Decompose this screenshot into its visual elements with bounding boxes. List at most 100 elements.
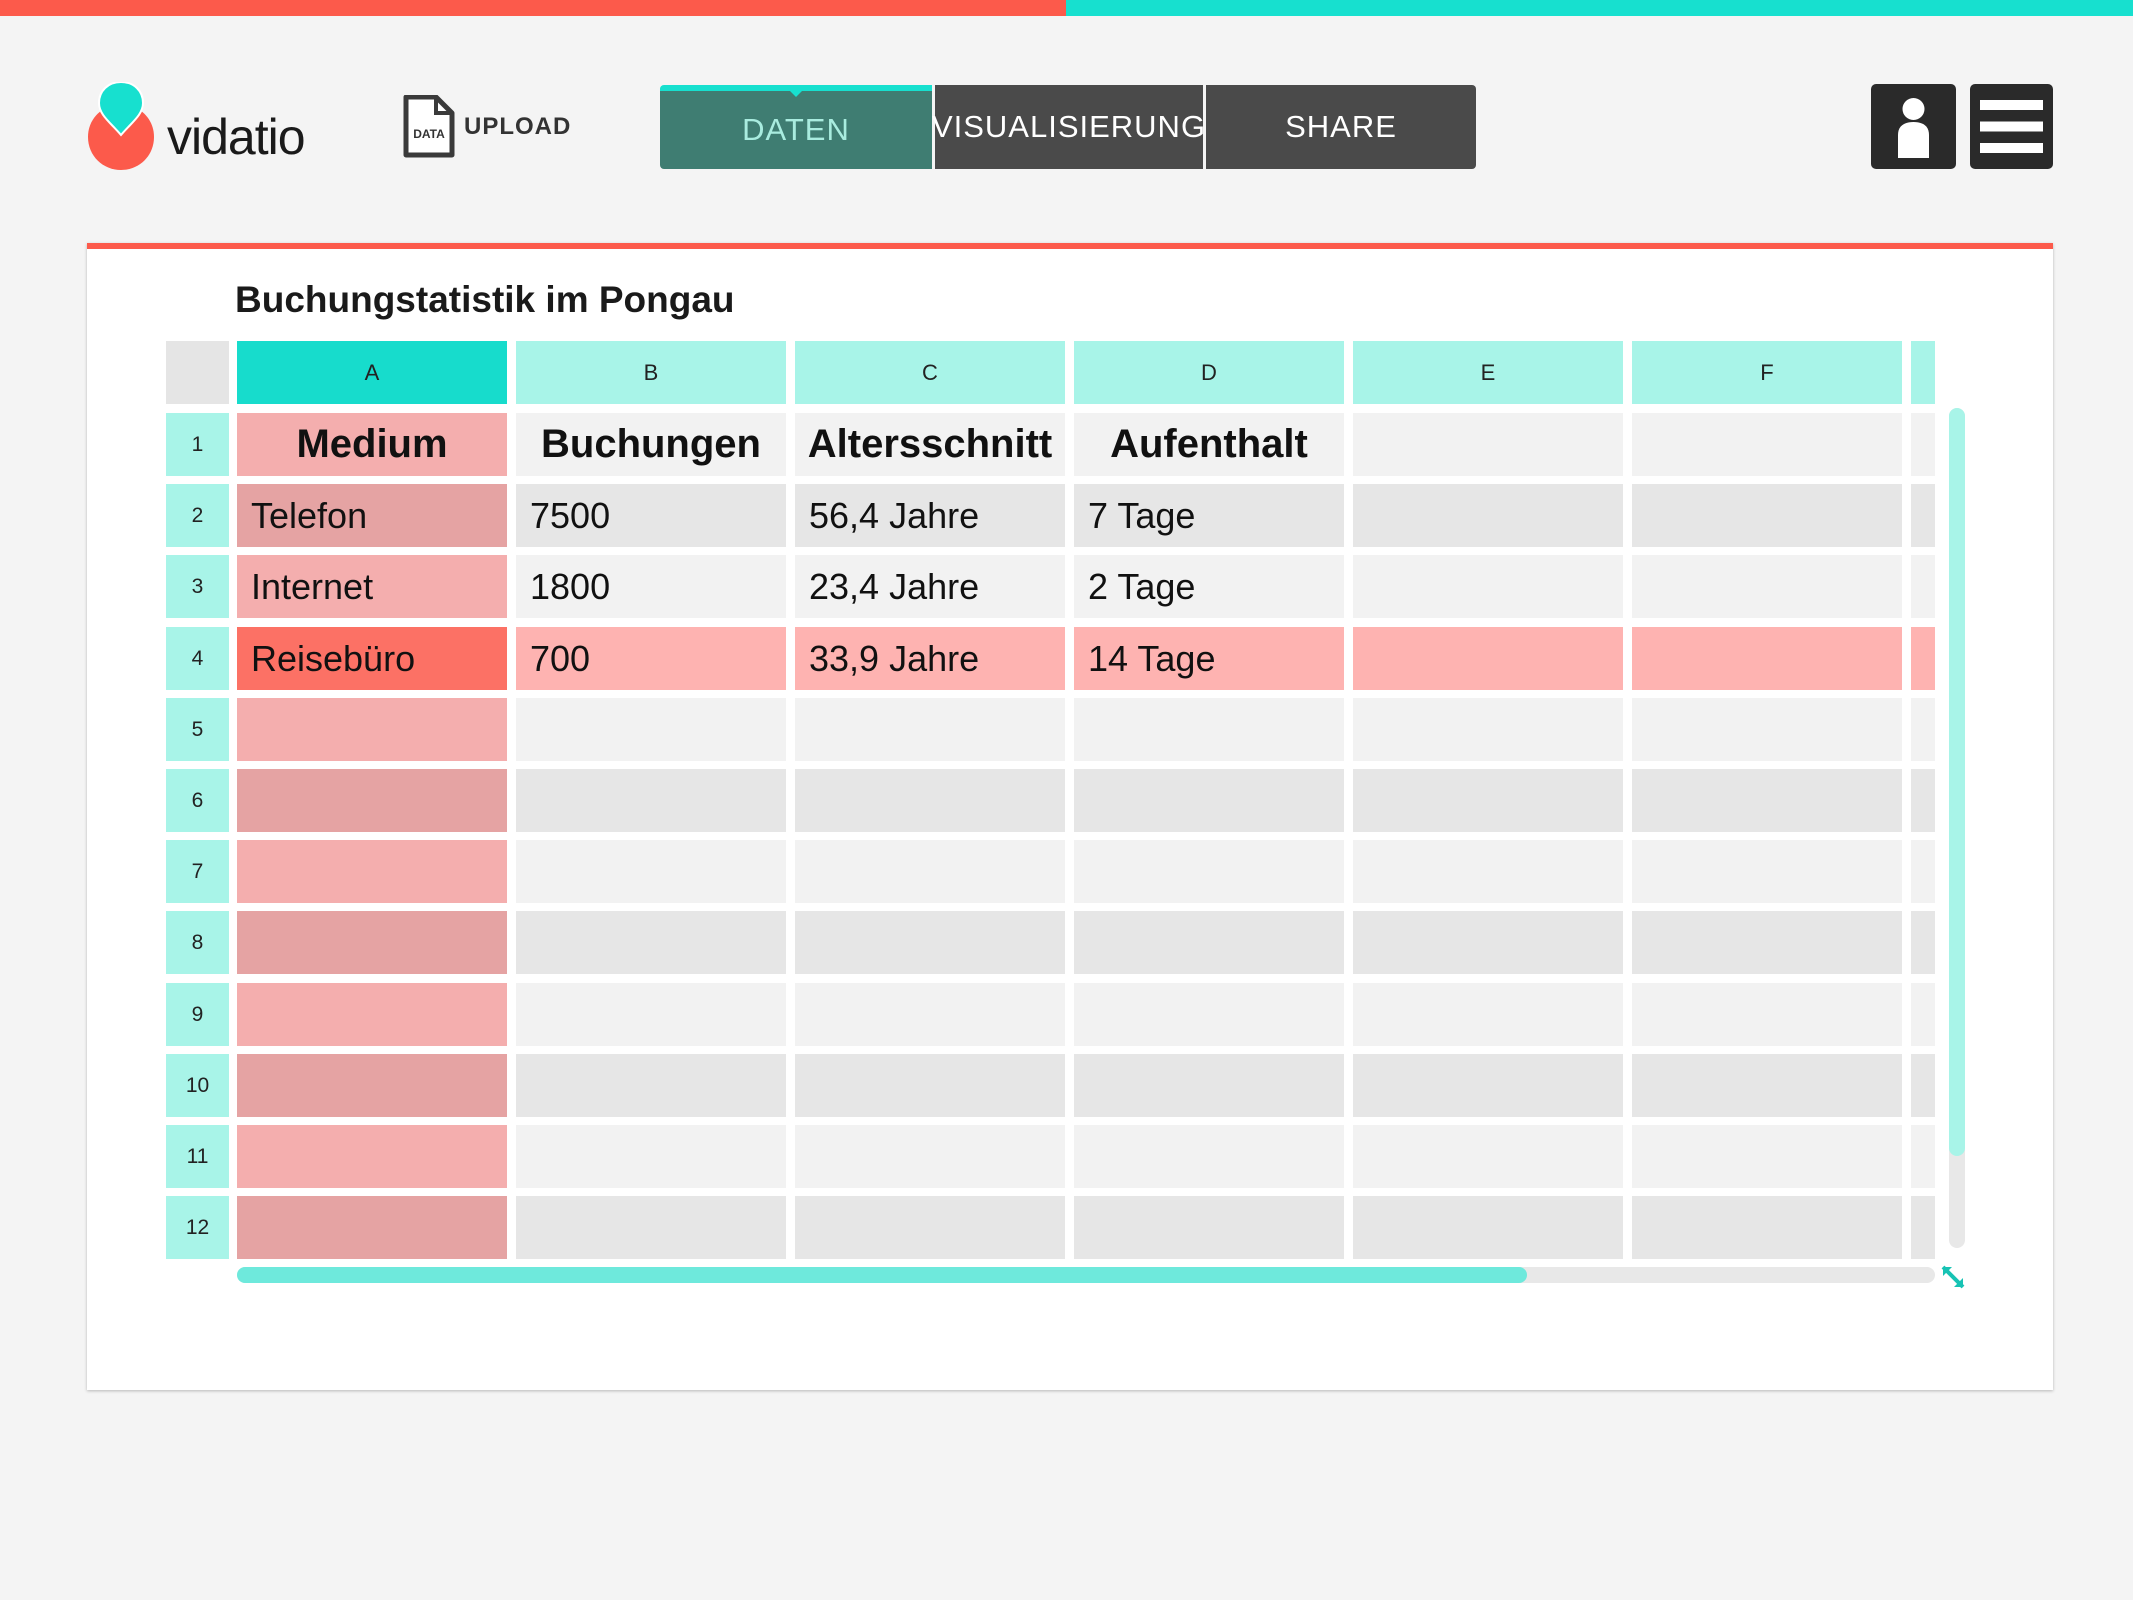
cell-d10[interactable]: [1074, 1054, 1344, 1117]
cell-a12[interactable]: [237, 1196, 507, 1259]
cell-a5[interactable]: [237, 698, 507, 761]
cell-e5[interactable]: [1353, 698, 1623, 761]
cell-a6[interactable]: [237, 769, 507, 832]
column-header-b[interactable]: B: [516, 341, 786, 404]
horizontal-scrollbar[interactable]: [237, 1267, 1935, 1283]
cell-e11[interactable]: [1353, 1125, 1623, 1188]
upload-button[interactable]: DATA UPLOAD: [400, 95, 571, 159]
cell-c11[interactable]: [795, 1125, 1065, 1188]
row-header-2[interactable]: 2: [166, 484, 229, 547]
horizontal-scroll-thumb[interactable]: [237, 1267, 1528, 1283]
cell-d7[interactable]: [1074, 840, 1344, 903]
cell-d5[interactable]: [1074, 698, 1344, 761]
row-header-1[interactable]: 1: [166, 413, 229, 476]
cell-e12[interactable]: [1353, 1196, 1623, 1259]
cell-b3[interactable]: 1800: [516, 555, 786, 618]
cell-b11[interactable]: [516, 1125, 786, 1188]
cell-more9[interactable]: [1911, 983, 1935, 1046]
cell-a9[interactable]: [237, 983, 507, 1046]
resize-icon[interactable]: [1939, 1263, 1967, 1291]
cell-e8[interactable]: [1353, 911, 1623, 974]
cell-d11[interactable]: [1074, 1125, 1344, 1188]
cell-f3[interactable]: [1632, 555, 1902, 618]
vertical-scrollbar[interactable]: [1949, 408, 1965, 1248]
cell-d3[interactable]: 2 Tage: [1074, 555, 1344, 618]
row-header-5[interactable]: 5: [166, 698, 229, 761]
tab-daten[interactable]: DATEN: [660, 85, 932, 169]
column-header-more[interactable]: [1911, 341, 1935, 404]
cell-e10[interactable]: [1353, 1054, 1623, 1117]
logo[interactable]: vidatio: [86, 82, 316, 172]
cell-a11[interactable]: [237, 1125, 507, 1188]
cell-f10[interactable]: [1632, 1054, 1902, 1117]
cell-a4[interactable]: Reisebüro: [237, 627, 507, 690]
cell-f1[interactable]: [1632, 413, 1902, 476]
cell-d2[interactable]: 7 Tage: [1074, 484, 1344, 547]
cell-c5[interactable]: [795, 698, 1065, 761]
menu-button[interactable]: [1970, 84, 2053, 169]
tab-share[interactable]: SHARE: [1206, 85, 1476, 169]
cell-b4[interactable]: 700: [516, 627, 786, 690]
row-header-9[interactable]: 9: [166, 983, 229, 1046]
vertical-scroll-thumb[interactable]: [1949, 408, 1965, 1156]
cell-e9[interactable]: [1353, 983, 1623, 1046]
cell-more10[interactable]: [1911, 1054, 1935, 1117]
cell-b2[interactable]: 7500: [516, 484, 786, 547]
cell-f8[interactable]: [1632, 911, 1902, 974]
cell-a1[interactable]: Medium: [237, 413, 507, 476]
column-header-d[interactable]: D: [1074, 341, 1344, 404]
cell-f12[interactable]: [1632, 1196, 1902, 1259]
column-header-e[interactable]: E: [1353, 341, 1623, 404]
row-header-11[interactable]: 11: [166, 1125, 229, 1188]
cell-d6[interactable]: [1074, 769, 1344, 832]
cell-f6[interactable]: [1632, 769, 1902, 832]
cell-e4[interactable]: [1353, 627, 1623, 690]
cell-e1[interactable]: [1353, 413, 1623, 476]
cell-e2[interactable]: [1353, 484, 1623, 547]
cell-a3[interactable]: Internet: [237, 555, 507, 618]
user-profile-button[interactable]: [1871, 84, 1956, 169]
cell-e3[interactable]: [1353, 555, 1623, 618]
cell-c10[interactable]: [795, 1054, 1065, 1117]
cell-c1[interactable]: Altersschnitt: [795, 413, 1065, 476]
cell-f11[interactable]: [1632, 1125, 1902, 1188]
cell-a2[interactable]: Telefon: [237, 484, 507, 547]
cell-c8[interactable]: [795, 911, 1065, 974]
cell-d1[interactable]: Aufenthalt: [1074, 413, 1344, 476]
cell-e7[interactable]: [1353, 840, 1623, 903]
cell-c7[interactable]: [795, 840, 1065, 903]
cell-d4[interactable]: 14 Tage: [1074, 627, 1344, 690]
cell-d9[interactable]: [1074, 983, 1344, 1046]
cell-c6[interactable]: [795, 769, 1065, 832]
row-header-12[interactable]: 12: [166, 1196, 229, 1259]
cell-f4[interactable]: [1632, 627, 1902, 690]
cell-a10[interactable]: [237, 1054, 507, 1117]
cell-more3[interactable]: [1911, 555, 1935, 618]
cell-c4[interactable]: 33,9 Jahre: [795, 627, 1065, 690]
row-header-10[interactable]: 10: [166, 1054, 229, 1117]
cell-b9[interactable]: [516, 983, 786, 1046]
cell-more12[interactable]: [1911, 1196, 1935, 1259]
row-header-6[interactable]: 6: [166, 769, 229, 832]
cell-e6[interactable]: [1353, 769, 1623, 832]
cell-b8[interactable]: [516, 911, 786, 974]
cell-a8[interactable]: [237, 911, 507, 974]
cell-f7[interactable]: [1632, 840, 1902, 903]
column-header-a[interactable]: A: [237, 341, 507, 404]
cell-more11[interactable]: [1911, 1125, 1935, 1188]
select-all-corner[interactable]: [166, 341, 229, 404]
cell-c3[interactable]: 23,4 Jahre: [795, 555, 1065, 618]
column-header-c[interactable]: C: [795, 341, 1065, 404]
cell-c2[interactable]: 56,4 Jahre: [795, 484, 1065, 547]
cell-f5[interactable]: [1632, 698, 1902, 761]
cell-more6[interactable]: [1911, 769, 1935, 832]
cell-d12[interactable]: [1074, 1196, 1344, 1259]
cell-f2[interactable]: [1632, 484, 1902, 547]
row-header-7[interactable]: 7: [166, 840, 229, 903]
cell-b6[interactable]: [516, 769, 786, 832]
cell-more8[interactable]: [1911, 911, 1935, 974]
cell-b7[interactable]: [516, 840, 786, 903]
cell-b5[interactable]: [516, 698, 786, 761]
cell-more1[interactable]: [1911, 413, 1935, 476]
cell-more2[interactable]: [1911, 484, 1935, 547]
